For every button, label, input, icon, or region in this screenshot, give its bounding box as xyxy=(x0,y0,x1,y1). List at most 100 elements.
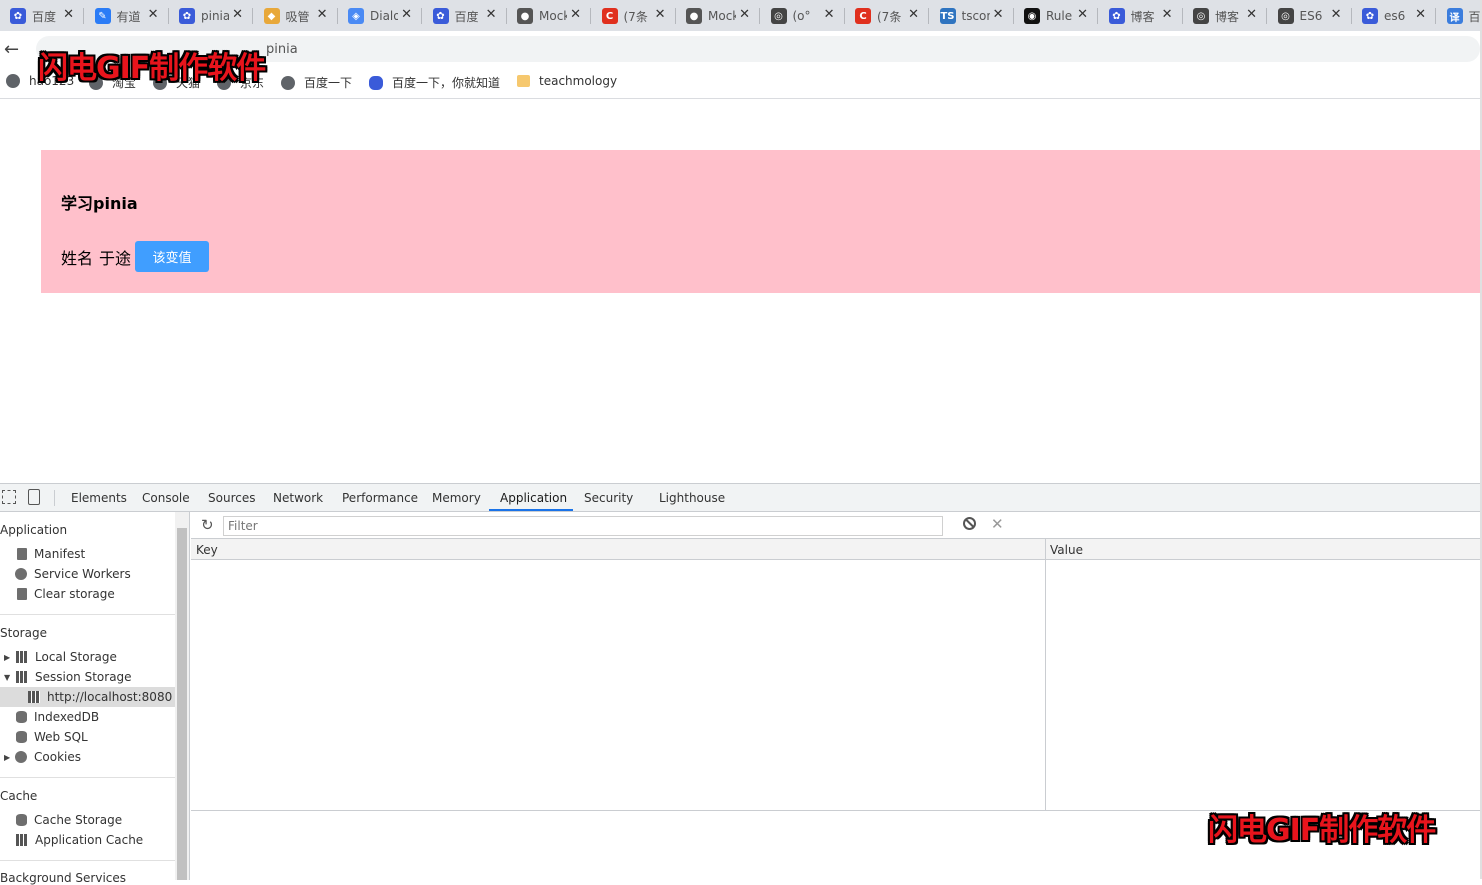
cookie-icon xyxy=(15,751,27,763)
browser-tab[interactable]: ●Mock✕ xyxy=(676,4,760,28)
storage-table-header: Key Value xyxy=(191,539,1482,560)
close-tab-icon[interactable]: ✕ xyxy=(401,7,412,22)
browser-tab[interactable]: 译百 xyxy=(1437,4,1482,28)
column-header-value[interactable]: Value xyxy=(1050,543,1083,557)
close-tab-icon[interactable]: ✕ xyxy=(148,7,159,22)
devtools-tab-network[interactable]: Network xyxy=(273,491,323,505)
name-row: 姓名 于途 该变值 xyxy=(61,241,209,272)
devtools-toolbar: Elements Console Sources Network Performance… xyxy=(0,484,1482,512)
globe-icon xyxy=(281,76,295,90)
expand-arrow-icon[interactable]: ▶ xyxy=(4,653,10,662)
collapse-arrow-icon[interactable]: ▼ xyxy=(4,673,10,682)
device-toggle-icon[interactable] xyxy=(28,489,40,505)
page-viewport: 学习pinia 姓名 于途 该变值 xyxy=(0,100,1482,483)
close-tab-icon[interactable]: ✕ xyxy=(655,7,666,22)
expand-arrow-icon[interactable]: ▶ xyxy=(4,753,10,762)
refresh-icon[interactable]: ↻ xyxy=(201,516,214,534)
watermark-top: 闪电GIF制作软件 xyxy=(38,43,265,87)
browser-tab[interactable]: C (7条✕ xyxy=(592,4,676,28)
devtools-tab-sources[interactable]: Sources xyxy=(208,491,255,505)
back-arrow-icon[interactable]: ← xyxy=(4,39,19,60)
section-storage: Storage xyxy=(0,626,47,640)
browser-tab[interactable]: ◉Rule✕ xyxy=(1014,4,1098,28)
browser-tab[interactable]: ◎(o°✕ xyxy=(761,4,845,28)
browser-tab[interactable]: ✿百度✕ xyxy=(0,4,84,28)
tab-label: (7条 xyxy=(624,8,652,25)
tab-label: (o° xyxy=(793,9,821,23)
section-background-services: Background Services xyxy=(0,871,126,885)
devtools-tab-elements[interactable]: Elements xyxy=(71,491,127,505)
sidebar-scrollbar-thumb[interactable] xyxy=(177,528,187,880)
sidebar-item-localhost[interactable]: http://localhost:8080 xyxy=(28,690,172,704)
browser-tab[interactable]: ◎ES6✕ xyxy=(1268,4,1352,28)
cube-icon: ◈ xyxy=(348,8,364,24)
sidebar-item-web-sql[interactable]: Web SQL xyxy=(16,730,88,744)
filter-input[interactable] xyxy=(223,516,943,536)
tab-label: Mock xyxy=(539,9,567,23)
sidebar-item-local-storage[interactable]: Local Storage xyxy=(16,650,117,664)
tab-label: 博客 xyxy=(1131,8,1159,25)
browser-tab[interactable]: ◎博客✕ xyxy=(1183,4,1267,28)
devtools-tab-lighthouse[interactable]: Lighthouse xyxy=(659,491,725,505)
sidebar-item-application-cache[interactable]: Application Cache xyxy=(16,833,143,847)
close-tab-icon[interactable]: ✕ xyxy=(317,7,328,22)
browser-tab[interactable]: ✿百度✕ xyxy=(423,4,507,28)
name-label: 姓名 xyxy=(61,245,93,269)
close-tab-icon[interactable]: ✕ xyxy=(824,7,835,22)
sidebar-item-manifest[interactable]: Manifest xyxy=(17,547,85,561)
browser-tab[interactable]: TStsconfig✕ xyxy=(930,4,1014,28)
close-tab-icon[interactable]: ✕ xyxy=(1415,7,1426,22)
close-tab-icon[interactable]: ✕ xyxy=(1077,7,1088,22)
bookmark-item[interactable]: 百度一下 xyxy=(281,74,352,91)
browser-tab[interactable]: ◆吸管✕ xyxy=(254,4,338,28)
close-tab-icon[interactable]: ✕ xyxy=(232,7,243,22)
column-divider[interactable] xyxy=(1045,539,1046,810)
baidu-paw-icon: ✿ xyxy=(433,8,449,24)
sidebar-divider xyxy=(0,614,175,615)
close-tab-icon[interactable]: ✕ xyxy=(993,7,1004,22)
tab-label: pinia xyxy=(201,9,229,23)
sidebar-item-cookies[interactable]: Cookies xyxy=(15,750,81,764)
database-icon xyxy=(16,711,27,723)
browser-tab[interactable]: ✿博客✕ xyxy=(1099,4,1183,28)
delete-selected-icon[interactable]: ✕ xyxy=(991,515,1004,533)
sidebar-item-cache-storage[interactable]: Cache Storage xyxy=(16,813,122,827)
close-tab-icon[interactable]: ✕ xyxy=(486,7,497,22)
browser-tab[interactable]: ✿ pinia✕ xyxy=(169,4,253,28)
csdn-icon: C xyxy=(602,8,618,24)
devtools-tab-console[interactable]: Console xyxy=(142,491,190,505)
tab-label: (7条 xyxy=(877,8,905,25)
inspect-element-icon[interactable] xyxy=(2,490,16,504)
devtools-tab-security[interactable]: Security xyxy=(584,491,633,505)
toolbar-divider xyxy=(54,490,55,506)
close-tab-icon[interactable]: ✕ xyxy=(63,7,74,22)
close-tab-icon[interactable]: ✕ xyxy=(1246,7,1257,22)
devtools-tab-application[interactable]: Application xyxy=(500,491,567,505)
change-value-button[interactable]: 该变值 xyxy=(135,241,209,272)
browser-tab[interactable]: ✿es6✕ xyxy=(1352,4,1436,28)
browser-tab-strip: ✿百度✕✎有道✕✿pinia✕◆吸管✕◈Dialog✕✿百度✕●Mock✕C(7… xyxy=(0,0,1482,31)
browser-tab[interactable]: ●Mock✕ xyxy=(507,4,591,28)
close-tab-icon[interactable]: ✕ xyxy=(739,7,750,22)
bookmark-item[interactable]: teachmology xyxy=(517,74,617,88)
tab-label: es6 xyxy=(1384,9,1412,23)
sidebar-item-clear-storage[interactable]: Clear storage xyxy=(17,587,115,601)
sidebar-item-indexeddb[interactable]: IndexedDB xyxy=(16,710,99,724)
devtools-tab-memory[interactable]: Memory xyxy=(432,491,481,505)
browser-tab[interactable]: ✎有道✕ xyxy=(85,4,169,28)
close-tab-icon[interactable]: ✕ xyxy=(570,7,581,22)
close-tab-icon[interactable]: ✕ xyxy=(1162,7,1173,22)
application-sidebar: Application Manifest Service Workers Cle… xyxy=(0,512,190,880)
sidebar-item-session-storage[interactable]: Session Storage xyxy=(16,670,132,684)
baidu-paw-icon: ✿ xyxy=(179,8,195,24)
close-tab-icon[interactable]: ✕ xyxy=(1331,7,1342,22)
sidebar-item-service-workers[interactable]: Service Workers xyxy=(15,567,131,581)
clear-all-icon[interactable] xyxy=(963,517,976,530)
browser-tab[interactable]: C(7条✕ xyxy=(845,4,929,28)
close-tab-icon[interactable]: ✕ xyxy=(908,7,919,22)
column-header-key[interactable]: Key xyxy=(196,543,218,557)
devtools-tab-performance[interactable]: Performance xyxy=(342,491,418,505)
bookmark-item[interactable]: 百度一下，你就知道 xyxy=(369,74,500,91)
github-icon: ◉ xyxy=(1024,8,1040,24)
browser-tab[interactable]: ◈Dialog✕ xyxy=(338,4,422,28)
